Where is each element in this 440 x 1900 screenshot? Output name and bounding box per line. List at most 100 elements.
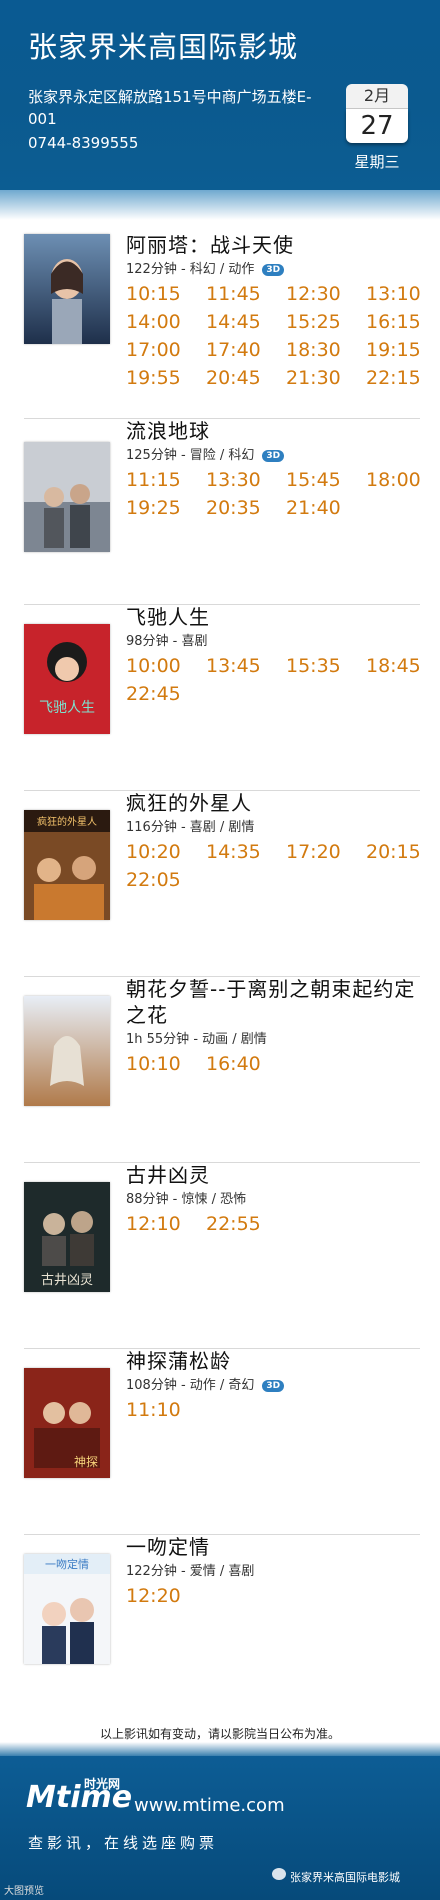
showtime[interactable]: 22:45 bbox=[126, 682, 206, 706]
3d-badge: 3D bbox=[262, 1379, 285, 1392]
movie-poster[interactable]: 飞驰人生 bbox=[24, 624, 110, 734]
movie-poster[interactable]: 疯狂的外星人 bbox=[24, 810, 110, 920]
movie-duration-genre: 116分钟 - 喜剧 / 剧情 bbox=[126, 820, 255, 835]
movie-poster[interactable] bbox=[24, 996, 110, 1106]
movie-meta: 88分钟 - 惊悚 / 恐怖 bbox=[126, 1188, 246, 1207]
3d-badge: 3D bbox=[262, 449, 285, 462]
showtime[interactable]: 19:15 bbox=[366, 338, 440, 362]
showtime[interactable]: 15:25 bbox=[286, 310, 366, 334]
movie-title[interactable]: 一吻定情 bbox=[126, 1534, 426, 1560]
showtime[interactable]: 13:10 bbox=[366, 282, 440, 306]
showtime[interactable]: 22:05 bbox=[126, 868, 206, 892]
showtime[interactable]: 10:15 bbox=[126, 282, 206, 306]
showtime[interactable]: 17:20 bbox=[286, 840, 366, 864]
movie-item[interactable]: 朝花夕誓--于离别之朝束起约定之花 1h 55分钟 - 动画 / 剧情 10:1… bbox=[24, 976, 420, 1163]
movie-duration-genre: 122分钟 - 爱情 / 喜剧 bbox=[126, 1564, 255, 1579]
movie-meta: 125分钟 - 冒险 / 科幻 3D bbox=[126, 444, 285, 463]
movie-title[interactable]: 流浪地球 bbox=[126, 418, 426, 444]
showtime[interactable]: 13:30 bbox=[206, 468, 286, 492]
movie-poster[interactable]: 一吻定情 bbox=[24, 1554, 110, 1664]
showtime[interactable]: 12:30 bbox=[286, 282, 366, 306]
date-month: 2月 bbox=[346, 84, 408, 109]
movie-item[interactable]: 神探 神探蒲松龄 108分钟 - 动作 / 奇幻 3D 11:10 bbox=[24, 1348, 420, 1535]
movie-title[interactable]: 阿丽塔：战斗天使 bbox=[126, 232, 426, 258]
showtime-list: 11:15 13:30 15:45 18:00 19:25 20:35 21:40 bbox=[126, 468, 426, 520]
showtime[interactable]: 15:45 bbox=[286, 468, 366, 492]
movie-poster[interactable]: 古井凶灵 bbox=[24, 1182, 110, 1292]
movie-meta: 122分钟 - 爱情 / 喜剧 bbox=[126, 1560, 254, 1579]
showtime-list: 10:10 16:40 bbox=[126, 1052, 426, 1076]
showtime[interactable]: 16:40 bbox=[206, 1052, 286, 1076]
showtime[interactable]: 11:10 bbox=[126, 1398, 206, 1422]
movie-title[interactable]: 飞驰人生 bbox=[126, 604, 426, 630]
showtime[interactable]: 21:40 bbox=[286, 496, 366, 520]
schedule-notice: 以上影讯如有变动，请以影院当日公布为准。 bbox=[99, 1727, 340, 1741]
movie-item[interactable]: 阿丽塔：战斗天使 122分钟 - 科幻 / 动作 3D 10:15 11:45 12:… bbox=[24, 232, 421, 419]
cinema-address: 张家界永定区解放路151号中商广场五楼E-001 bbox=[28, 88, 312, 128]
movie-duration-genre: 88分钟 - 惊悚 / 恐怖 bbox=[126, 1192, 247, 1207]
showtime[interactable]: 10:10 bbox=[126, 1052, 206, 1076]
header-divider bbox=[0, 190, 440, 220]
site-url[interactable]: www.mtime.com bbox=[134, 1795, 285, 1816]
showtime[interactable]: 18:00 bbox=[366, 468, 440, 492]
showtime[interactable]: 17:00 bbox=[126, 338, 206, 362]
movie-item[interactable]: 流浪地球 125分钟 - 冒险 / 科幻 3D 11:15 13:30 15:45 18… bbox=[24, 418, 421, 605]
movie-duration-genre: 125分钟 - 冒险 / 科幻 bbox=[126, 448, 255, 463]
movie-meta: 98分钟 - 喜剧 bbox=[126, 630, 208, 649]
showtime[interactable]: 22:55 bbox=[206, 1212, 286, 1236]
showtime[interactable]: 16:15 bbox=[366, 310, 440, 334]
showtime[interactable]: 21:30 bbox=[286, 366, 366, 390]
showtime[interactable]: 17:40 bbox=[206, 338, 286, 362]
wechat-account: 张家界米高国际电影城 bbox=[290, 1871, 400, 1884]
showtime[interactable]: 20:15 bbox=[366, 840, 440, 864]
movie-poster[interactable] bbox=[24, 442, 110, 552]
showtime[interactable]: 12:20 bbox=[126, 1584, 206, 1608]
date-day: 27 bbox=[346, 109, 408, 143]
cinema-phone[interactable]: 0744-8399555 bbox=[28, 134, 138, 152]
movie-meta: 1h 55分钟 - 动画 / 剧情 bbox=[126, 1028, 267, 1047]
showtime-list: 10:15 11:45 12:30 13:10 14:00 14:45 15:25 16:15… bbox=[126, 282, 426, 390]
showtime[interactable]: 14:35 bbox=[206, 840, 286, 864]
showtime[interactable]: 10:00 bbox=[126, 654, 206, 678]
movie-item[interactable]: 一吻定情 一吻定情 122分钟 - 爱情 / 喜剧 12:20 bbox=[24, 1534, 420, 1720]
showtime[interactable]: 14:45 bbox=[206, 310, 286, 334]
showtime-list: 10:20 14:35 17:20 20:15 22:05 bbox=[126, 840, 426, 892]
movie-meta: 116分钟 - 喜剧 / 剧情 bbox=[126, 816, 254, 835]
showtime[interactable]: 15:35 bbox=[286, 654, 366, 678]
movie-duration-genre: 98分钟 - 喜剧 bbox=[126, 634, 208, 649]
movie-duration-genre: 108分钟 - 动作 / 奇幻 bbox=[126, 1378, 255, 1393]
showtime[interactable]: 14:00 bbox=[126, 310, 206, 334]
showtime-list: 12:20 bbox=[126, 1584, 426, 1608]
movie-title[interactable]: 朝花夕誓--于离别之朝束起约定之花 bbox=[126, 976, 426, 1028]
showtime[interactable]: 22:15 bbox=[366, 366, 440, 390]
showtime[interactable]: 10:20 bbox=[126, 840, 206, 864]
footer-slogan: 查影讯，在线选座购票 bbox=[28, 1834, 219, 1852]
movie-meta: 108分钟 - 动作 / 奇幻 3D bbox=[126, 1374, 285, 1393]
showtime[interactable]: 19:55 bbox=[126, 366, 206, 390]
svg-text:神探: 神探 bbox=[74, 1455, 98, 1469]
movie-item[interactable]: 飞驰人生 飞驰人生 98分钟 - 喜剧 10:00 13:45 15:35 18:45… bbox=[24, 604, 421, 791]
showtime[interactable]: 18:45 bbox=[366, 654, 440, 678]
movie-item[interactable]: 古井凶灵 古井凶灵 88分钟 - 惊悚 / 恐怖 12:10 22:55 bbox=[24, 1162, 420, 1349]
movie-title[interactable]: 古井凶灵 bbox=[126, 1162, 426, 1188]
mtime-logo-cn: 时光网 bbox=[84, 1777, 121, 1791]
showtime[interactable]: 18:30 bbox=[286, 338, 366, 362]
showtime[interactable]: 20:35 bbox=[206, 496, 286, 520]
movie-poster[interactable]: 神探 bbox=[24, 1368, 110, 1478]
movie-duration-genre: 1h 55分钟 - 动画 / 剧情 bbox=[126, 1032, 267, 1047]
movie-title[interactable]: 疯狂的外星人 bbox=[126, 790, 426, 816]
svg-text:疯狂的外星人: 疯狂的外星人 bbox=[37, 815, 97, 828]
movie-poster[interactable] bbox=[24, 234, 110, 344]
showtime[interactable]: 12:10 bbox=[126, 1212, 206, 1236]
cinema-header: 张家界米高国际影城 张家界永定区解放路151号中商广场五楼E-001 0744-… bbox=[0, 0, 440, 190]
movie-duration-genre: 122分钟 - 科幻 / 动作 bbox=[126, 262, 255, 277]
movie-item[interactable]: 疯狂的外星人 疯狂的外星人 116分钟 - 喜剧 / 剧情 10:20 14:35… bbox=[24, 790, 421, 977]
movie-title[interactable]: 神探蒲松龄 bbox=[126, 1348, 426, 1374]
showtime[interactable]: 19:25 bbox=[126, 496, 206, 520]
showtime[interactable]: 11:15 bbox=[126, 468, 206, 492]
showtime[interactable]: 20:45 bbox=[206, 366, 286, 390]
watermark: 大图预览 bbox=[4, 1886, 44, 1897]
showtime[interactable]: 13:45 bbox=[206, 654, 286, 678]
3d-badge: 3D bbox=[262, 263, 285, 276]
showtime[interactable]: 11:45 bbox=[206, 282, 286, 306]
